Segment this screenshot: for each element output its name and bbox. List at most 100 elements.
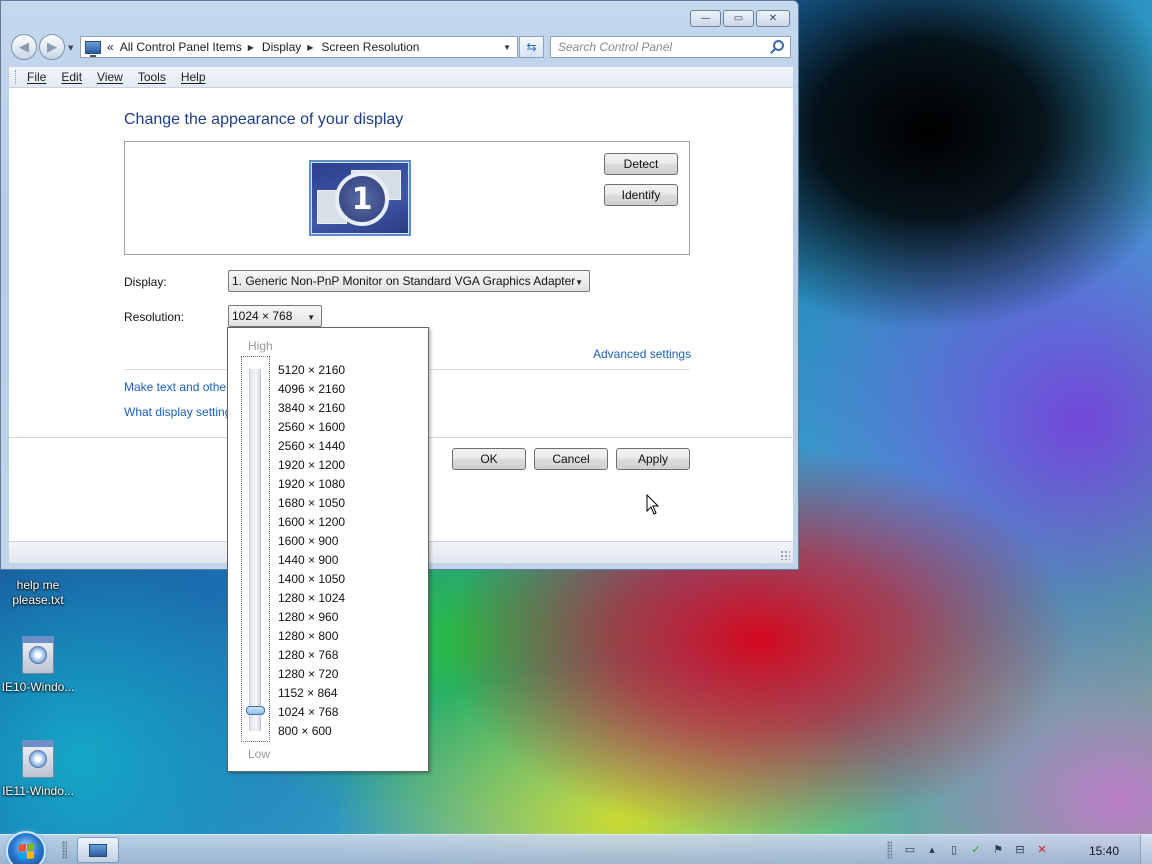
desktop-icon-help-me[interactable]: help me please.txt (0, 578, 76, 608)
control-panel-icon (89, 843, 107, 857)
resolution-option[interactable]: 1152 × 864 (278, 684, 345, 703)
resolution-select-value: 1024 × 768 (232, 309, 293, 323)
chevron-down-icon: ▼ (575, 278, 583, 287)
back-button[interactable]: ◀ (11, 34, 37, 60)
menu-bar: File Edit View Tools Help (9, 66, 793, 88)
resolution-option[interactable]: 1024 × 768 (278, 703, 345, 722)
display-label: Display: (124, 275, 167, 289)
text-size-link[interactable]: Make text and other (124, 380, 230, 394)
resolution-option[interactable]: 1680 × 1050 (278, 494, 345, 513)
close-button[interactable]: ✕ (756, 10, 790, 27)
menu-edit[interactable]: Edit (61, 70, 82, 84)
resolution-option[interactable]: 1280 × 960 (278, 608, 345, 627)
system-tray: ▭ ▴ ▯ ✓ ⚑ ⊟ ✕ (902, 841, 1050, 857)
flag-icon[interactable]: ⚑ (990, 841, 1006, 857)
monitor-preview-panel: 1 Detect Identify (124, 141, 690, 255)
control-panel-icon (85, 40, 101, 57)
start-button[interactable] (6, 831, 46, 864)
taskbar: ▭ ▴ ▯ ✓ ⚑ ⊟ ✕ 15:40 (0, 831, 1152, 864)
clock[interactable]: 15:40 (1089, 844, 1119, 858)
desktop-icon-label: IE10-Windo... (1, 680, 75, 694)
identify-button[interactable]: Identify (604, 184, 678, 206)
checkmark-icon[interactable]: ✓ (968, 841, 984, 857)
recent-pages-icon[interactable]: ▼ (68, 44, 73, 52)
detect-button[interactable]: Detect (604, 153, 678, 175)
menu-help[interactable]: Help (181, 70, 206, 84)
cancel-button[interactable]: Cancel (534, 448, 608, 470)
resolution-option[interactable]: 1280 × 800 (278, 627, 345, 646)
resolution-option[interactable]: 800 × 600 (278, 722, 345, 741)
desktop-icon-label-2: please.txt (12, 593, 64, 607)
resolution-slider[interactable] (241, 356, 270, 742)
resolution-select[interactable]: 1024 × 768 ▼ (228, 305, 322, 327)
taskbar-grip[interactable] (62, 841, 67, 859)
resolution-option[interactable]: 5120 × 2160 (278, 361, 345, 380)
monitor-number: 1 (335, 172, 389, 226)
menu-file[interactable]: File (27, 70, 46, 84)
search-icon[interactable] (773, 40, 784, 51)
menu-view[interactable]: View (97, 70, 123, 84)
breadcrumb-separator-icon[interactable]: ▶ (307, 43, 313, 52)
chevron-down-icon: ▼ (307, 313, 315, 322)
desktop-icon-ie11[interactable]: IE11-Windo... (0, 736, 76, 799)
resolution-popup: High 5120 × 2160 4096 × 2160 3840 × 2160 25… (227, 327, 429, 772)
apply-button[interactable]: Apply (616, 448, 690, 470)
breadcrumb-display[interactable]: Display (262, 40, 301, 54)
resolution-list: 5120 × 2160 4096 × 2160 3840 × 2160 2560 × … (278, 361, 345, 741)
address-bar[interactable]: « All Control Panel Items ▶ Display ▶ Sc… (80, 36, 518, 58)
slider-thumb[interactable] (246, 706, 265, 715)
resolution-option[interactable]: 2560 × 1440 (278, 437, 345, 456)
slider-high-label: High (248, 339, 273, 353)
resolution-option[interactable]: 1440 × 900 (278, 551, 345, 570)
resolution-label: Resolution: (124, 310, 185, 324)
taskbar-control-panel-button[interactable] (77, 837, 119, 863)
forward-button[interactable]: ▶ (39, 34, 65, 60)
desktop-icon-label: IE11-Windo... (2, 784, 74, 798)
mouse-cursor-icon (646, 494, 660, 515)
display-settings-help-link[interactable]: What display setting (124, 405, 231, 419)
breadcrumb-separator-icon[interactable]: ▶ (248, 43, 254, 52)
desktop-icon-ie10[interactable]: IE10-Windo... (0, 632, 76, 695)
chevron-icon[interactable]: ▴ (924, 841, 940, 857)
search-box[interactable] (550, 36, 791, 58)
resolution-option[interactable]: 1920 × 1200 (278, 456, 345, 475)
address-overflow[interactable]: « (107, 40, 114, 54)
resolution-option[interactable]: 1280 × 720 (278, 665, 345, 684)
resolution-option[interactable]: 1400 × 1050 (278, 570, 345, 589)
resolution-option[interactable]: 2560 × 1600 (278, 418, 345, 437)
resolution-option[interactable]: 3840 × 2160 (278, 399, 345, 418)
volume-muted-icon[interactable]: ✕ (1034, 841, 1050, 857)
breadcrumb-screen-resolution[interactable]: Screen Resolution (321, 40, 419, 54)
network-icon[interactable]: ⊟ (1012, 841, 1028, 857)
taskbar-grip[interactable] (887, 841, 892, 859)
resolution-option[interactable]: 4096 × 2160 (278, 380, 345, 399)
menu-tools[interactable]: Tools (138, 70, 166, 84)
resolution-option[interactable]: 1600 × 900 (278, 532, 345, 551)
search-input[interactable] (558, 40, 758, 54)
minimize-button[interactable]: — (690, 10, 721, 27)
maximize-button[interactable]: ▭ (723, 10, 754, 27)
display-select[interactable]: 1. Generic Non-PnP Monitor on Standard V… (228, 270, 590, 292)
resolution-option[interactable]: 1920 × 1080 (278, 475, 345, 494)
menu-grip (15, 70, 19, 84)
installer-icon (20, 736, 56, 780)
desktop-icon-label: help me (16, 578, 60, 592)
ok-button[interactable]: OK (452, 448, 526, 470)
show-desktop-button[interactable] (1140, 835, 1152, 864)
resize-grip[interactable] (780, 550, 790, 560)
resolution-option[interactable]: 1280 × 1024 (278, 589, 345, 608)
monitor-1-icon[interactable]: 1 (309, 160, 411, 236)
display-select-value: 1. Generic Non-PnP Monitor on Standard V… (232, 274, 576, 288)
page-title: Change the appearance of your display (124, 111, 404, 128)
windows-logo-icon (19, 843, 34, 860)
address-dropdown-icon[interactable]: ▼ (503, 43, 511, 52)
document-icon[interactable]: ▯ (946, 841, 962, 857)
monitor-icon[interactable]: ▭ (902, 841, 918, 857)
advanced-settings-link[interactable]: Advanced settings (593, 347, 691, 361)
resolution-option[interactable]: 1600 × 1200 (278, 513, 345, 532)
refresh-button[interactable]: ⇆ (519, 36, 544, 58)
resolution-option[interactable]: 1280 × 768 (278, 646, 345, 665)
breadcrumb-all-items[interactable]: All Control Panel Items (120, 40, 242, 54)
installer-icon (20, 632, 56, 676)
slider-rail (249, 369, 261, 731)
